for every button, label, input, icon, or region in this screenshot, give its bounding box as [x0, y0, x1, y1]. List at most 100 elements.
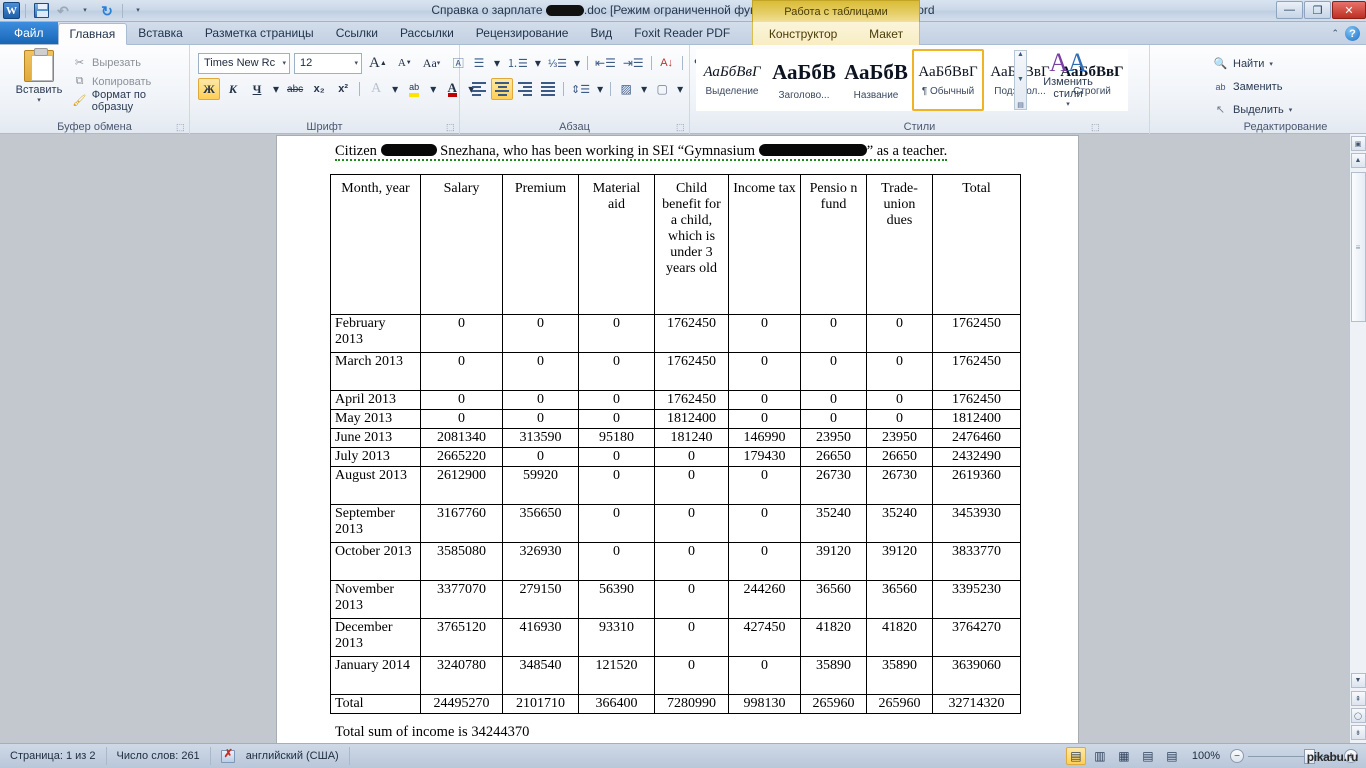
- table-row[interactable]: January 2014 3240780 348540 121520 0 0 3…: [330, 656, 1021, 695]
- line-spacing-dropdown-icon[interactable]: ▾: [594, 78, 606, 100]
- style-item-title[interactable]: АаБбВ Название: [840, 49, 912, 111]
- paste-dropdown-icon[interactable]: ▾: [10, 96, 68, 104]
- grow-font-button[interactable]: A ▲: [366, 52, 390, 74]
- align-left-icon[interactable]: [468, 78, 490, 100]
- close-button[interactable]: ✕: [1332, 1, 1366, 19]
- document-canvas[interactable]: Citizen Snezhana, who has been working i…: [0, 134, 1366, 743]
- help-icon[interactable]: ?: [1345, 26, 1360, 41]
- proofing-errors-icon[interactable]: [220, 747, 235, 763]
- change-styles-dropdown-icon[interactable]: ▾: [1035, 100, 1101, 108]
- text-effects-dropdown-icon[interactable]: ▾: [389, 78, 401, 100]
- multilevel-dropdown-icon[interactable]: ▾: [571, 52, 583, 74]
- format-painter-button[interactable]: 🖌 Формат по образцу: [72, 89, 189, 113]
- restore-button[interactable]: ❐: [1304, 1, 1331, 19]
- document-page[interactable]: Citizen Snezhana, who has been working i…: [277, 136, 1078, 743]
- table-row[interactable]: November 2013 3377070 279150 56390 0 244…: [330, 580, 1021, 619]
- subscript-button[interactable]: x₂: [308, 78, 330, 100]
- scroll-down-icon[interactable]: ▼: [1017, 76, 1024, 83]
- shading-icon[interactable]: ▨: [615, 78, 637, 100]
- chevron-down-icon[interactable]: ▾: [354, 59, 358, 67]
- table-row[interactable]: July 2013 2665220 0 0 0 179430 26650 266…: [330, 447, 1021, 467]
- select-button[interactable]: ↖ Выделить ▾: [1213, 98, 1292, 121]
- tab-view[interactable]: Вид: [579, 22, 623, 44]
- tab-review[interactable]: Рецензирование: [465, 22, 580, 44]
- web-layout-icon[interactable]: ▦: [1114, 747, 1134, 765]
- tab-references[interactable]: Ссылки: [325, 22, 389, 44]
- tab-file[interactable]: Файл: [0, 22, 58, 44]
- numbered-list-icon[interactable]: ⒈☰: [504, 52, 531, 74]
- table-row[interactable]: May 2013 0 0 0 1812400 0 0 0 1812400: [330, 409, 1021, 429]
- multilevel-list-icon[interactable]: ⅓☰: [545, 52, 570, 74]
- page-indicator[interactable]: Страница: 1 из 2: [0, 747, 107, 765]
- underline-button[interactable]: Ч: [246, 78, 268, 100]
- shading-dropdown-icon[interactable]: ▾: [638, 78, 650, 100]
- styles-dialog-launcher[interactable]: ⬚: [1091, 122, 1101, 132]
- vertical-scrollbar[interactable]: ▣ ▲ ≡ ▼ ⇞ ◯ ⇟: [1349, 134, 1366, 743]
- table-row[interactable]: June 2013 2081340 313590 95180 181240 14…: [330, 428, 1021, 448]
- next-page-icon[interactable]: ⇟: [1350, 725, 1366, 740]
- select-dropdown-icon[interactable]: ▾: [1289, 106, 1293, 114]
- style-item-emphasis[interactable]: АаБбВвГ Выделение: [696, 49, 768, 111]
- table-row[interactable]: October 2013 3585080 326930 0 0 0 39120 …: [330, 542, 1021, 581]
- print-layout-icon[interactable]: ▤: [1065, 747, 1086, 765]
- tab-layout[interactable]: Макет: [858, 23, 914, 45]
- previous-page-icon[interactable]: ⇞: [1350, 691, 1366, 706]
- increase-indent-icon[interactable]: ⇥☰: [620, 52, 647, 74]
- table-row[interactable]: September 2013 3167760 356650 0 0 0 3524…: [330, 504, 1021, 543]
- borders-icon[interactable]: ▢: [651, 78, 673, 100]
- cut-button[interactable]: ✂ Вырезать: [72, 53, 189, 72]
- find-button[interactable]: 🔍 Найти ▾: [1213, 52, 1292, 75]
- outline-icon[interactable]: ▤: [1138, 747, 1158, 765]
- change-case-button[interactable]: Aa ▾: [420, 52, 444, 74]
- style-item-normal[interactable]: АаБбВвГ ¶ Обычный: [912, 49, 984, 111]
- find-dropdown-icon[interactable]: ▾: [1269, 60, 1273, 68]
- word-count[interactable]: Число слов: 261: [107, 747, 211, 765]
- font-name-combo[interactable]: Times New Rc ▾: [198, 52, 290, 74]
- highlight-color-button[interactable]: ab: [403, 78, 425, 100]
- align-right-icon[interactable]: [514, 78, 536, 100]
- decrease-indent-icon[interactable]: ⇤☰: [592, 52, 619, 74]
- superscript-button[interactable]: x²: [332, 78, 354, 100]
- paragraph-dialog-launcher[interactable]: ⬚: [676, 122, 686, 132]
- font-size-combo[interactable]: 12 ▾: [294, 52, 362, 74]
- font-dialog-launcher[interactable]: ⬚: [446, 122, 456, 132]
- table-row[interactable]: December 2013 3765120 416930 93310 0 427…: [330, 618, 1021, 657]
- replace-button[interactable]: ab Заменить: [1213, 75, 1292, 98]
- tab-mailings[interactable]: Рассылки: [389, 22, 465, 44]
- shrink-font-button[interactable]: A ▼: [394, 52, 416, 74]
- text-effects-button[interactable]: A: [365, 78, 387, 100]
- numbering-dropdown-icon[interactable]: ▾: [532, 52, 544, 74]
- borders-dropdown-icon[interactable]: ▾: [674, 78, 686, 100]
- style-item-heading[interactable]: АаБбВ Заголово...: [768, 49, 840, 111]
- justify-icon[interactable]: [537, 78, 559, 100]
- chevron-down-icon[interactable]: ▾: [282, 59, 286, 67]
- window-controls[interactable]: — ❐ ✕: [1276, 1, 1366, 19]
- paste-button[interactable]: Вставить ▾: [10, 48, 68, 104]
- underline-dropdown-icon[interactable]: ▾: [270, 78, 282, 100]
- scroll-up-icon[interactable]: ▲: [1017, 51, 1024, 58]
- bold-button[interactable]: Ж: [198, 78, 220, 100]
- select-browse-object-icon[interactable]: ▣: [1350, 136, 1366, 151]
- clipboard-dialog-launcher[interactable]: ⬚: [176, 122, 186, 132]
- browse-object-icon[interactable]: ◯: [1350, 708, 1366, 723]
- highlight-dropdown-icon[interactable]: ▾: [427, 78, 439, 100]
- minimize-button[interactable]: —: [1276, 1, 1303, 19]
- strikethrough-button[interactable]: abc: [284, 78, 306, 100]
- table-row[interactable]: March 2013 0 0 0 1762450 0 0 0 1762450: [330, 352, 1021, 391]
- bullet-dropdown-icon[interactable]: ▾: [491, 52, 503, 74]
- tab-home[interactable]: Главная: [57, 23, 128, 45]
- line-spacing-icon[interactable]: ⇕☰: [568, 78, 593, 100]
- fullscreen-reading-icon[interactable]: ▥: [1090, 747, 1110, 765]
- table-row-total[interactable]: Total 24495270 2101710 366400 7280990 99…: [330, 694, 1021, 714]
- zoom-level[interactable]: 100%: [1186, 750, 1226, 762]
- tab-design[interactable]: Конструктор: [758, 23, 848, 45]
- draft-icon[interactable]: ▤: [1162, 747, 1182, 765]
- ribbon-help-area[interactable]: ⌃ ?: [1331, 26, 1360, 41]
- scroll-down-icon[interactable]: ▼: [1350, 673, 1366, 688]
- tab-insert[interactable]: Вставка: [127, 22, 194, 44]
- styles-gallery-scrollbar[interactable]: ▲ ▼ ▤: [1014, 50, 1027, 110]
- bullet-list-icon[interactable]: ☰: [468, 52, 490, 74]
- tab-page-layout[interactable]: Разметка страницы: [194, 22, 325, 44]
- table-row[interactable]: February 2013 0 0 0 1762450 0 0 0 176245…: [330, 314, 1021, 353]
- scroll-up-icon[interactable]: ▲: [1350, 153, 1366, 168]
